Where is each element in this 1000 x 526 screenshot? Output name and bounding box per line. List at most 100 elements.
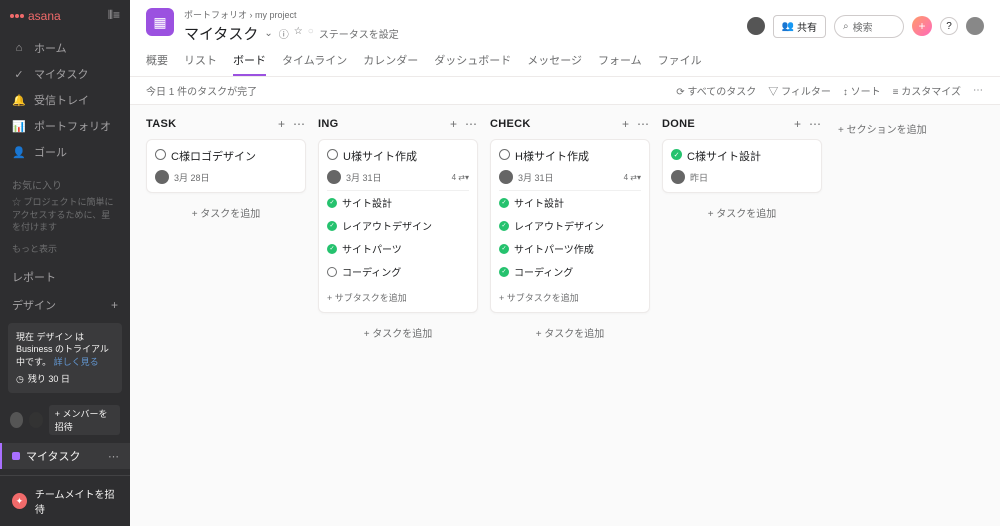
avatar[interactable] — [747, 17, 765, 35]
task-card[interactable]: U様サイト作成 3月 31日4 ⇄▾✓サイト設計✓レイアウトデザイン✓サイトパー… — [318, 139, 478, 313]
more-icon[interactable]: ⋯ — [108, 450, 120, 463]
asana-logo[interactable]: asana — [10, 9, 61, 23]
add-subtask[interactable]: + サブタスクを追加 — [327, 287, 469, 304]
complete-icon[interactable] — [155, 149, 166, 160]
check-icon[interactable]: ✓ — [499, 198, 509, 208]
subtask-row[interactable]: ✓サイトパーツ作成 — [499, 237, 641, 260]
add-task-button[interactable]: + タスクを追加 — [490, 321, 650, 344]
add-section-button[interactable]: + セクションを追加 — [834, 117, 931, 514]
sidebar-nav-item[interactable]: 📊ポートフォリオ — [0, 113, 130, 139]
add-card-icon[interactable]: + — [794, 117, 801, 131]
add-card-icon[interactable]: + — [622, 117, 629, 131]
breadcrumb[interactable]: ポートフォリオ › my project — [184, 8, 399, 21]
invite-members-button[interactable]: + メンバーを招待 — [49, 405, 120, 435]
people-icon: 👥 — [782, 21, 794, 32]
help-button[interactable]: ? — [940, 17, 958, 35]
tab[interactable]: ファイル — [658, 52, 702, 76]
subtask-row[interactable]: ✓コーディング — [499, 260, 641, 283]
add-icon[interactable]: + — [111, 298, 118, 312]
sidebar-nav-item[interactable]: 🔔受信トレイ — [0, 87, 130, 113]
tab[interactable]: メッセージ — [527, 52, 582, 76]
filter-button[interactable]: ▽ フィルター — [768, 83, 831, 98]
subtask-row[interactable]: ✓コーディング — [327, 260, 469, 283]
subtask-count[interactable]: 4 ⇄▾ — [452, 173, 469, 182]
search-icon: ⌕ — [843, 21, 849, 32]
check-icon[interactable]: ✓ — [499, 221, 509, 231]
assignee-avatar[interactable] — [671, 170, 685, 184]
nav-icon: 📊 — [12, 120, 26, 133]
check-icon[interactable]: ✓ — [499, 267, 509, 277]
column-title: ING — [318, 118, 338, 130]
status-button[interactable]: ステータスを設定 — [319, 26, 399, 41]
show-more[interactable]: もっと表示 — [0, 240, 130, 263]
tab[interactable]: フォーム — [598, 52, 642, 76]
sidebar-nav-item[interactable]: 👤ゴール — [0, 139, 130, 165]
favorites-label: お気に入り — [0, 169, 130, 196]
more-icon[interactable]: ⋯ — [465, 117, 478, 131]
complete-icon[interactable] — [327, 149, 338, 160]
collapse-icon[interactable]: ⦀≡ — [108, 8, 120, 23]
tab[interactable]: カレンダー — [363, 52, 418, 76]
task-card[interactable]: C様ロゴデザイン 3月 28日 — [146, 139, 306, 193]
add-card-icon[interactable]: + — [450, 117, 457, 131]
add-card-icon[interactable]: + — [278, 117, 285, 131]
avatar[interactable] — [10, 412, 23, 428]
clock-icon: ◷ — [16, 373, 24, 386]
tab[interactable]: ダッシュボード — [434, 52, 511, 76]
more-icon[interactable]: ⋯ — [637, 117, 650, 131]
tab[interactable]: ボード — [233, 52, 266, 76]
check-icon[interactable]: ✓ — [327, 244, 337, 254]
project-icon[interactable]: ▦ — [146, 8, 174, 36]
tab[interactable]: リスト — [184, 52, 217, 76]
star-icon[interactable]: ☆ — [294, 26, 303, 41]
subtask-row[interactable]: ✓レイアウトデザイン — [327, 214, 469, 237]
complete-icon[interactable]: ✓ — [671, 149, 682, 160]
sidebar-project[interactable]: マイタスク ⋯ — [0, 443, 130, 469]
subtask-row[interactable]: ✓サイト設計 — [499, 191, 641, 214]
more-icon[interactable]: ⋯ — [973, 85, 984, 96]
customize-button[interactable]: ≡ カスタマイズ — [893, 83, 961, 98]
more-icon[interactable]: ⋯ — [809, 117, 822, 131]
check-icon[interactable]: ✓ — [499, 244, 509, 254]
sort-button[interactable]: ↕ ソート — [843, 83, 881, 98]
design-section[interactable]: デザイン + — [0, 291, 130, 319]
sidebar-nav-item[interactable]: ✓マイタスク — [0, 61, 130, 87]
add-subtask[interactable]: + サブタスクを追加 — [499, 287, 641, 304]
all-tasks-filter[interactable]: ⟳ すべてのタスク — [676, 83, 756, 98]
assignee-avatar[interactable] — [499, 170, 513, 184]
assignee-avatar[interactable] — [155, 170, 169, 184]
check-icon[interactable]: ✓ — [327, 267, 337, 277]
add-task-button[interactable]: + タスクを追加 — [146, 201, 306, 224]
tab[interactable]: タイムライン — [282, 52, 347, 76]
search-input[interactable]: ⌕ 検索 — [834, 15, 904, 38]
sidebar-nav-item[interactable]: ⌂ホーム — [0, 35, 130, 61]
user-avatar[interactable] — [966, 17, 984, 35]
reports-label[interactable]: レポート — [0, 263, 130, 291]
tab[interactable]: 概要 — [146, 52, 168, 76]
add-task-button[interactable]: + タスクを追加 — [318, 321, 478, 344]
avatar[interactable] — [29, 412, 42, 428]
favorites-hint: ☆ プロジェクトに簡単にアクセスするために、星を付けます — [0, 196, 130, 240]
column-title: TASK — [146, 118, 176, 130]
more-icon[interactable]: ⋯ — [293, 117, 306, 131]
check-icon[interactable]: ✓ — [327, 221, 337, 231]
due-date: 昨日 — [690, 171, 708, 184]
members-row: + メンバーを招待 — [0, 397, 130, 443]
info-icon[interactable]: ⓘ — [279, 26, 289, 41]
chevron-down-icon[interactable]: ⌄ — [264, 28, 272, 39]
header: ▦ ポートフォリオ › my project マイタスク ⌄ ⓘ ☆ ○ ステー… — [130, 0, 1000, 77]
trial-link[interactable]: 詳しく見る — [54, 357, 99, 367]
subtask-row[interactable]: ✓サイトパーツ — [327, 237, 469, 260]
add-button[interactable]: + — [912, 16, 932, 36]
assignee-avatar[interactable] — [327, 170, 341, 184]
task-card[interactable]: ✓C様サイト設計 昨日 — [662, 139, 822, 193]
share-button[interactable]: 👥 共有 — [773, 15, 826, 38]
complete-icon[interactable] — [499, 149, 510, 160]
subtask-count[interactable]: 4 ⇄▾ — [624, 173, 641, 182]
check-icon[interactable]: ✓ — [327, 198, 337, 208]
task-card[interactable]: H様サイト作成 3月 31日4 ⇄▾✓サイト設計✓レイアウトデザイン✓サイトパー… — [490, 139, 650, 313]
add-task-button[interactable]: + タスクを追加 — [662, 201, 822, 224]
subtask-row[interactable]: ✓レイアウトデザイン — [499, 214, 641, 237]
subtask-row[interactable]: ✓サイト設計 — [327, 191, 469, 214]
invite-teammates[interactable]: ✦ チームメイトを招待 — [0, 475, 130, 526]
